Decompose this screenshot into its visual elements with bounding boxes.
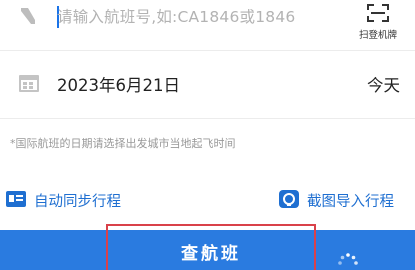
plane-icon bbox=[21, 8, 35, 24]
flight-number-row: 扫登机牌 bbox=[0, 0, 415, 44]
scan-boarding-pass-label: 扫登机牌 bbox=[358, 30, 397, 41]
flight-number-input[interactable] bbox=[57, 2, 347, 32]
international-flight-note: *国际航班的日期请选择出发城市当地起飞时间 bbox=[10, 137, 236, 150]
id-card-icon bbox=[6, 191, 26, 207]
auto-sync-trips-link[interactable]: 自动同步行程 bbox=[6, 189, 146, 211]
scan-boarding-pass-button[interactable]: 扫登机牌 bbox=[348, 2, 408, 44]
relative-day-label: 今天 bbox=[367, 76, 400, 95]
loading-icon bbox=[338, 253, 358, 265]
date-selector[interactable]: 2023年6月21日 今天 bbox=[0, 62, 415, 108]
divider bbox=[0, 118, 415, 119]
divider bbox=[0, 50, 415, 51]
screenshot-icon bbox=[279, 190, 299, 208]
scan-icon bbox=[367, 4, 389, 22]
auto-sync-trips-label: 自动同步行程 bbox=[34, 194, 121, 210]
selected-date: 2023年6月21日 bbox=[57, 76, 180, 95]
screenshot-import-trips-label: 截图导入行程 bbox=[307, 194, 394, 210]
flight-search-screen: 扫登机牌 2023年6月21日 今天 *国际航班的日期请选择出发城市当地起飞时间… bbox=[0, 0, 415, 270]
calendar-icon bbox=[19, 75, 39, 92]
search-flights-label: 查航班 bbox=[181, 244, 241, 264]
screenshot-import-trips-link[interactable]: 截图导入行程 bbox=[279, 189, 407, 211]
